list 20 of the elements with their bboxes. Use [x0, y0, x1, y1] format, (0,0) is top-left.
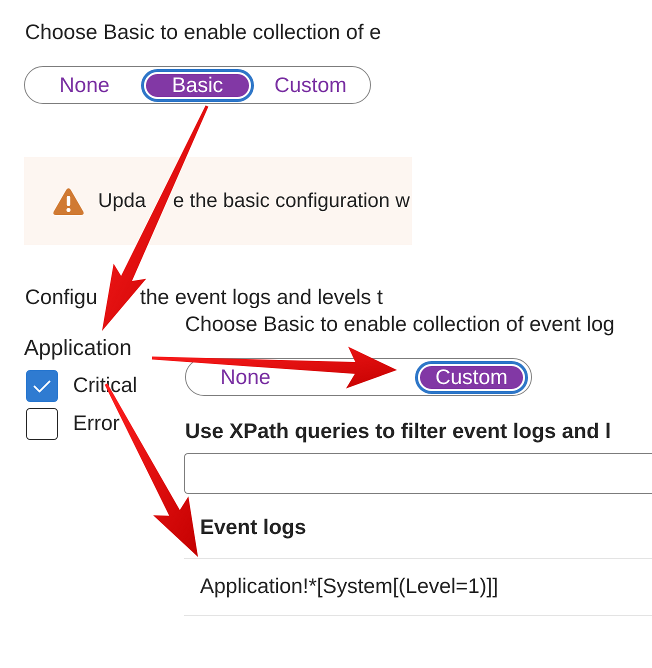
column-header: Event logs — [200, 514, 306, 540]
checkbox-label: Error — [73, 411, 120, 437]
instruction-text: Configu — [25, 285, 98, 311]
instruction-text: Choose Basic to enable collection of event log — [185, 312, 615, 338]
instruction-text: the event logs and levels t — [140, 285, 383, 311]
checkbox[interactable] — [26, 370, 58, 402]
checkbox-label: Critical — [73, 373, 138, 399]
segment-option[interactable]: Custom — [274, 76, 347, 94]
warning-text: e the basic configuration w — [173, 189, 410, 214]
warning-icon — [53, 188, 84, 214]
instruction-text: Choose Basic to enable collection of e — [25, 20, 382, 46]
checkbox[interactable] — [26, 408, 58, 440]
group-heading: Application — [24, 334, 132, 362]
segment-option[interactable]: None — [220, 368, 271, 386]
warning-text: Upda — [98, 189, 146, 214]
field-label: Use XPath queries to filter event logs and l — [185, 419, 611, 445]
segment-option[interactable]: None — [59, 76, 110, 94]
checkmark-icon — [33, 380, 51, 392]
input-field[interactable] — [184, 453, 652, 494]
table-cell: Application!*[System[(Level=1)]] — [200, 574, 498, 600]
